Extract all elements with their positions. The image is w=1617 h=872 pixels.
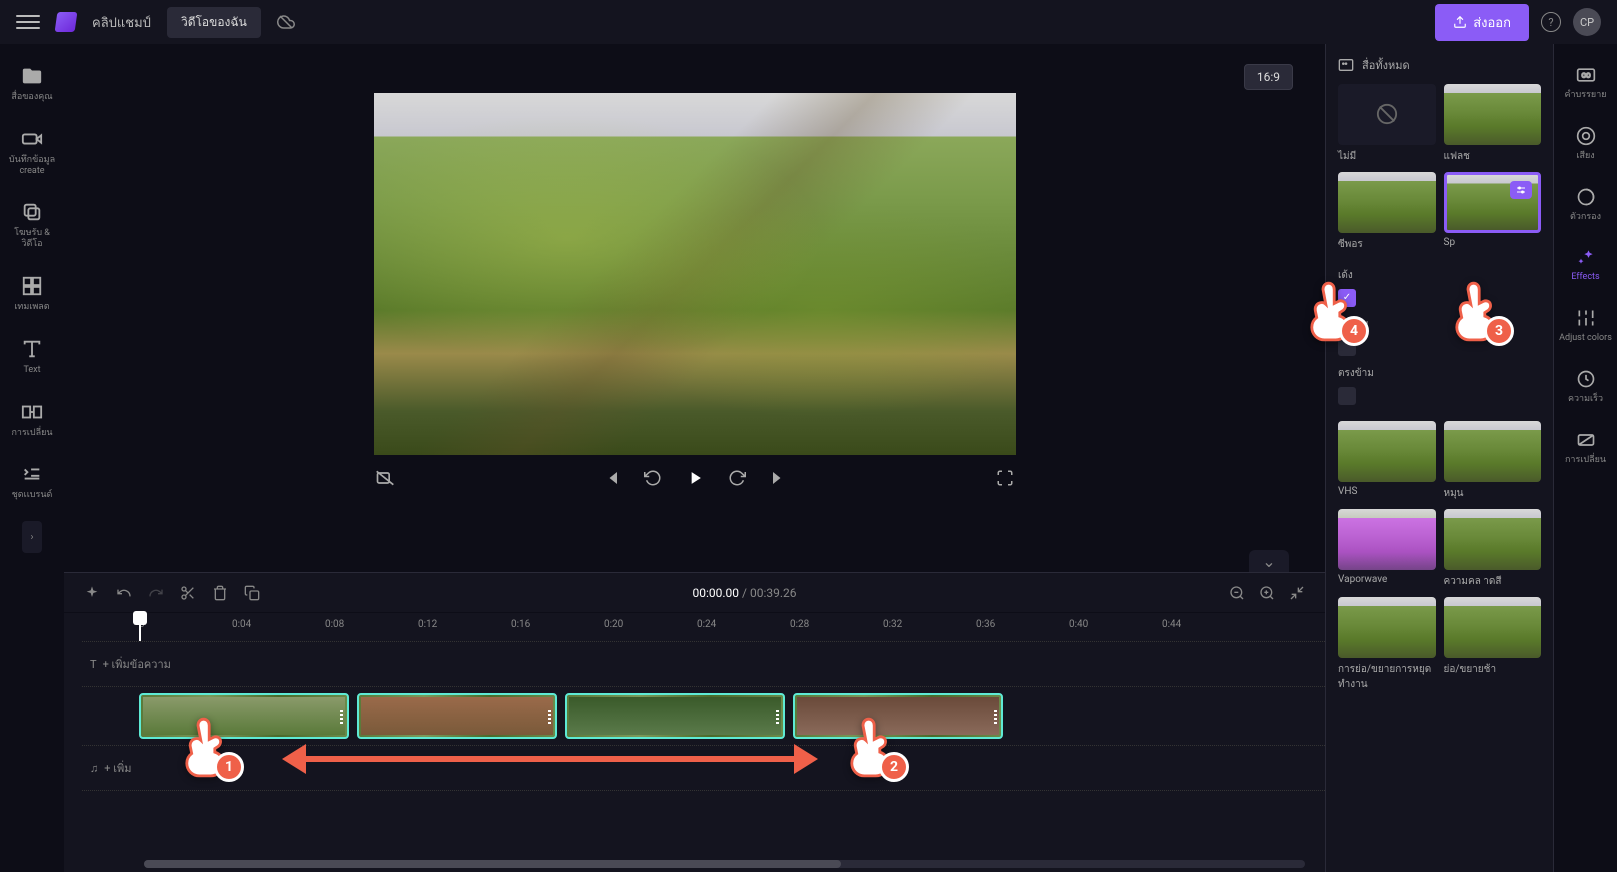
cc-icon: CC — [1575, 64, 1597, 86]
sidebar-media[interactable]: สื่อของคุณ — [4, 56, 60, 111]
checkbox-reverse[interactable] — [1338, 387, 1356, 405]
tutorial-hand-1: 1 — [170, 708, 240, 778]
playhead[interactable] — [139, 613, 141, 641]
text-icon — [20, 337, 44, 361]
layers-icon — [20, 200, 44, 224]
zoom-in-button[interactable] — [1257, 583, 1277, 603]
app-title: คลิปแชมป์ — [92, 12, 151, 33]
effect-none[interactable]: ไม่มี — [1338, 84, 1436, 164]
tab-filters[interactable]: ตัวกรอง — [1558, 178, 1614, 231]
effect-slow-zoom[interactable]: ย่อ/ขยายช้า — [1444, 597, 1542, 692]
menu-button[interactable] — [16, 10, 40, 34]
effect-flash[interactable]: แฟลช — [1444, 84, 1542, 164]
upload-icon — [1453, 15, 1467, 29]
play-button[interactable] — [684, 467, 706, 489]
media-icon — [1338, 57, 1354, 73]
effect-vaporwave[interactable]: Vaporwave — [1338, 509, 1436, 589]
magic-tool[interactable] — [82, 583, 102, 603]
cloud-sync-icon[interactable] — [277, 13, 295, 31]
sidebar-record[interactable]: บันทึกข้อมูล create — [4, 119, 60, 185]
zoom-out-button[interactable] — [1227, 583, 1247, 603]
music-icon: ♫ — [90, 762, 98, 775]
option-reverse[interactable]: ตรงข้าม — [1338, 366, 1541, 405]
fade-icon — [1575, 429, 1597, 451]
panel-header: สื่อทั้งหมด — [1338, 56, 1541, 74]
sidebar-right: CC คำบรรยาย เสียง ตัวกรอง Effects Adjust… — [1553, 44, 1617, 872]
sidebar-templates[interactable]: เทมเพลต — [4, 266, 60, 321]
skip-start-button[interactable] — [600, 467, 622, 489]
text-icon: T — [90, 658, 97, 671]
app-header: คลิปแชมป์ วิดีโอของฉัน ส่งออก ? CP — [0, 0, 1617, 44]
export-button[interactable]: ส่งออก — [1435, 4, 1529, 41]
duplicate-button[interactable] — [242, 583, 262, 603]
brand-icon — [20, 462, 44, 486]
folder-icon — [20, 64, 44, 88]
tutorial-hand-2: 2 — [835, 708, 905, 778]
timeline: 00:00.00 / 00:39.26 0 0:04 0:08 0:12 0:1… — [64, 572, 1325, 872]
effect-spin[interactable]: Sp — [1444, 172, 1542, 252]
effects-panel: › สื่อทั้งหมด ไม่มี แฟลช ซีพอร Sp — [1325, 44, 1553, 872]
tab-speed[interactable]: ความเร็ว — [1558, 360, 1614, 413]
timeline-time: 00:00.00 / 00:39.26 — [274, 586, 1215, 600]
playback-controls — [374, 455, 1016, 501]
split-button[interactable] — [178, 583, 198, 603]
fit-button[interactable] — [1287, 583, 1307, 603]
aspect-ratio-button[interactable]: 16:9 — [1244, 64, 1293, 90]
sidebar-transitions[interactable]: การเปลี่ยน — [4, 392, 60, 447]
effect-vhs[interactable]: VHS — [1338, 421, 1436, 501]
sidebar-text[interactable]: Text — [4, 329, 60, 384]
undo-button[interactable] — [114, 583, 134, 603]
preview-area: 16:9 — [64, 44, 1325, 550]
adjust-icon — [1575, 307, 1597, 329]
sidebar-music[interactable]: โฆษรับ & วิดีโอ — [4, 192, 60, 258]
sidebar-expand-button[interactable]: › — [22, 521, 42, 553]
video-preview[interactable] — [374, 93, 1016, 455]
no-camera-icon[interactable] — [374, 467, 396, 489]
sidebar-left: สื่อของคุณ บันทึกข้อมูล create โฆษรับ & … — [0, 44, 64, 872]
tab-effects[interactable]: Effects — [1558, 238, 1614, 291]
audio-icon — [1575, 125, 1597, 147]
skip-end-button[interactable] — [768, 467, 790, 489]
effect-chromatic[interactable]: ความคล าดสี — [1444, 509, 1542, 589]
effect-adjust-button[interactable] — [1510, 181, 1532, 199]
project-tab[interactable]: วิดีโอของฉัน — [167, 7, 261, 38]
text-track[interactable]: T+ เพิ่มข้อความ — [82, 641, 1325, 687]
filter-icon — [1575, 186, 1597, 208]
video-clip-2[interactable] — [357, 693, 557, 739]
sliders-icon — [1515, 184, 1527, 196]
tutorial-arrow — [300, 756, 800, 762]
tab-audio[interactable]: เสียง — [1558, 117, 1614, 170]
help-button[interactable]: ? — [1541, 12, 1561, 32]
tab-fade[interactable]: การเปลี่ยน — [1558, 421, 1614, 474]
transition-icon — [20, 400, 44, 424]
timeline-scrollbar[interactable] — [144, 860, 1305, 868]
tab-adjust-colors[interactable]: Adjust colors — [1558, 299, 1614, 352]
wand-icon — [1575, 246, 1597, 268]
none-icon — [1376, 103, 1398, 125]
tab-captions[interactable]: CC คำบรรยาย — [1558, 56, 1614, 109]
svg-text:CC: CC — [1581, 72, 1590, 80]
redo-button[interactable] — [146, 583, 166, 603]
effect-sepia[interactable]: ซีพอร — [1338, 172, 1436, 252]
timeline-ruler[interactable]: 0 0:04 0:08 0:12 0:16 0:20 0:24 0:28 0:3… — [64, 613, 1325, 641]
fullscreen-button[interactable] — [994, 467, 1016, 489]
effect-freeze-zoom[interactable]: การย่อ/ขยายการหยุดทำงาน — [1338, 597, 1436, 692]
panel-collapse-button[interactable]: › — [1325, 458, 1326, 502]
speed-icon — [1575, 368, 1597, 390]
delete-button[interactable] — [210, 583, 230, 603]
tutorial-hand-4: 4 — [1295, 272, 1365, 342]
collapse-timeline-button[interactable]: ⌄ — [1249, 550, 1289, 572]
effect-rotate[interactable]: หมุน — [1444, 421, 1542, 501]
sidebar-brand[interactable]: ชุดเเบรนด์ — [4, 454, 60, 509]
camera-icon — [20, 127, 44, 151]
video-track[interactable] — [82, 693, 1325, 739]
app-logo-icon — [55, 12, 78, 32]
forward-button[interactable] — [726, 467, 748, 489]
grid-icon — [20, 274, 44, 298]
user-avatar[interactable]: CP — [1573, 8, 1601, 36]
video-clip-3[interactable] — [565, 693, 785, 739]
rewind-button[interactable] — [642, 467, 664, 489]
audio-track[interactable]: ♫+ เพิ่ม — [82, 745, 1325, 791]
tutorial-hand-3: 3 — [1440, 272, 1510, 342]
